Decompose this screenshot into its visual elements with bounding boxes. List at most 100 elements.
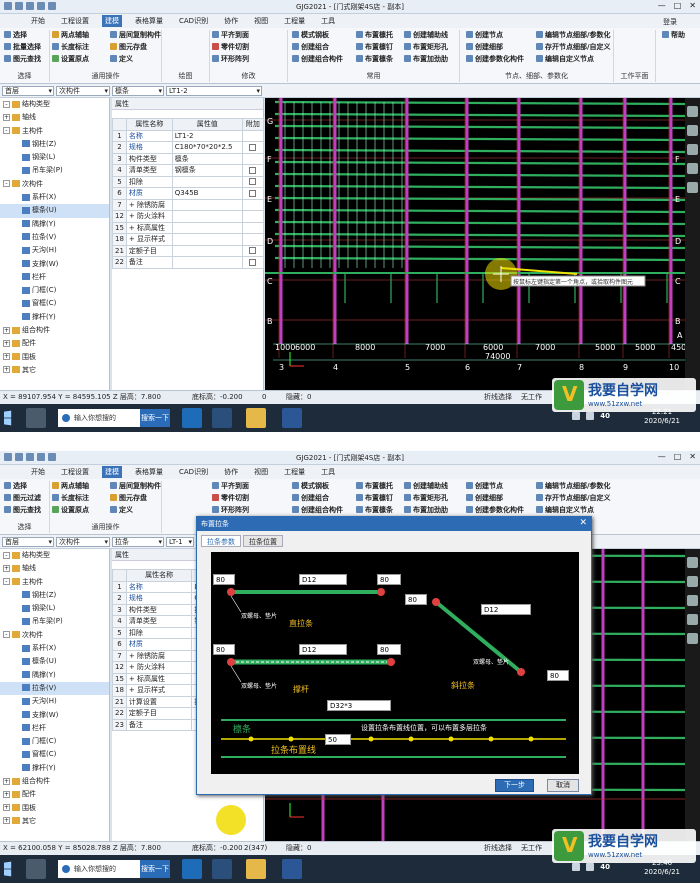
expand-toggle-icon[interactable]: - (3, 180, 10, 188)
expand-toggle-icon[interactable]: + (3, 113, 10, 121)
tree-group[interactable]: - 结构类型 (0, 98, 109, 111)
task-view-icon[interactable] (26, 408, 46, 428)
tree-group[interactable]: + 轴线 (0, 111, 109, 124)
ribbon-part-cut[interactable]: 零件切割 (212, 493, 249, 502)
tree-group[interactable]: + 其它 (0, 815, 109, 828)
ribbon-aux-line[interactable]: 创建辅助线 (404, 481, 448, 490)
tree-group[interactable]: - 次构件 (0, 178, 109, 191)
menu-project-settings[interactable]: 工程设置 (58, 15, 92, 27)
ribbon-edit-node[interactable]: 编辑节点细部/参数化 (536, 481, 611, 490)
tree-item[interactable]: 栏杆 (0, 271, 109, 284)
property-checkbox[interactable] (249, 143, 257, 151)
property-extra[interactable] (241, 187, 265, 200)
tree-item[interactable]: 拉条(V) (0, 231, 109, 244)
category-select[interactable]: 次构件 (56, 86, 110, 96)
property-value[interactable] (171, 175, 243, 188)
task-view-icon[interactable] (26, 859, 46, 879)
window-controls[interactable]: — □ ✕ (658, 1, 696, 10)
expand-toggle-icon[interactable]: + (3, 339, 10, 347)
top-view-icon[interactable] (687, 125, 698, 136)
tree-group[interactable]: + 组合构件 (0, 775, 109, 788)
property-checkbox[interactable] (249, 178, 257, 186)
tree-item[interactable]: 吊车梁(P) (0, 164, 109, 177)
property-checkbox[interactable] (249, 189, 257, 197)
expand-toggle-icon[interactable]: + (3, 326, 10, 334)
menu-project-settings[interactable]: 工程设置 (58, 466, 92, 478)
property-row[interactable]: 7 + 除锈防腐 (112, 198, 265, 211)
diag-tie-bottom-offset[interactable]: 80 (547, 670, 569, 681)
straight-tie-spec[interactable]: D12 (299, 574, 347, 585)
property-extra[interactable] (241, 256, 265, 269)
folder-icon[interactable] (246, 859, 266, 879)
tree-item[interactable]: 天沟(H) (0, 244, 109, 257)
menu-view[interactable]: 视图 (251, 466, 271, 478)
straight-tie-right-offset[interactable]: 80 (377, 574, 401, 585)
minimize-button[interactable]: — (658, 1, 666, 10)
drawing-canvas[interactable]: G F E D C B F E D C B 1000 6000 8000 7000 6000 7000 5000 5… (265, 98, 691, 390)
ribbon-help[interactable]: 帮助 (662, 30, 685, 39)
brace-spec[interactable]: D12 (299, 644, 347, 655)
property-value[interactable]: LT1-2 (171, 129, 243, 142)
category-select[interactable]: 次构件 (56, 537, 110, 547)
property-value[interactable]: 钢檩条 (171, 164, 243, 177)
ribbon-create-combo[interactable]: 创建组合 (292, 493, 343, 502)
menu-collaboration[interactable]: 协作 (221, 15, 241, 27)
tab-tie-params[interactable]: 拉条参数 (201, 535, 241, 547)
member-select[interactable]: LT-1 (166, 537, 194, 547)
expand-toggle-icon[interactable]: - (3, 100, 10, 108)
property-value[interactable]: C180*70*20*2.5 (171, 141, 243, 154)
member-select[interactable]: LT1-2 (166, 86, 262, 96)
tree-group[interactable]: - 结构类型 (0, 549, 109, 562)
tree-group[interactable]: + 配件 (0, 337, 109, 350)
expand-toggle-icon[interactable]: + (3, 777, 10, 785)
ribbon-create-param[interactable]: 创建参数化构件 (466, 505, 524, 514)
expand-toggle-icon[interactable]: + (3, 817, 10, 825)
property-row[interactable]: 3 构件类型 檩条 (112, 152, 265, 165)
iso-view-icon[interactable] (687, 595, 698, 606)
ribbon-purlin[interactable]: 布置檩条 (356, 505, 393, 514)
tree-item[interactable]: 隅撑(Y) (0, 669, 109, 682)
rotate-view-icon[interactable] (687, 557, 698, 568)
windows-start-icon[interactable] (4, 861, 12, 877)
property-extra[interactable] (241, 210, 265, 223)
layout-line-distance[interactable]: 50 (325, 734, 351, 745)
property-value[interactable]: 檩条 (171, 152, 243, 165)
property-row[interactable]: 12 + 防火涂料 (112, 210, 265, 223)
ribbon-create-detail[interactable]: 创建细部 (466, 493, 524, 502)
floor-select[interactable]: 首层 (2, 86, 54, 96)
tree-item[interactable]: 支撑(W) (0, 709, 109, 722)
window-controls[interactable]: — □ ✕ (658, 452, 696, 461)
expand-toggle-icon[interactable]: + (3, 564, 10, 572)
tree-item[interactable]: 钢梁(L) (0, 151, 109, 164)
rotate-view-icon[interactable] (687, 106, 698, 117)
menu-tools[interactable]: 工具 (318, 15, 338, 27)
tree-item[interactable]: 系杆(X) (0, 642, 109, 655)
expand-toggle-icon[interactable]: + (3, 790, 10, 798)
folder-icon[interactable] (246, 408, 266, 428)
menu-start[interactable]: 开始 (28, 466, 48, 478)
property-value[interactable] (171, 198, 243, 211)
iso-view-icon[interactable] (687, 144, 698, 155)
menu-table-quantity[interactable]: 表格算量 (132, 15, 166, 27)
ribbon-create-node[interactable]: 创建节点 (466, 481, 524, 490)
tree-group[interactable]: + 围板 (0, 351, 109, 364)
word-icon[interactable] (282, 859, 302, 879)
tree-item[interactable]: 门框(C) (0, 735, 109, 748)
type-select[interactable]: 拉条 (112, 537, 164, 547)
expand-toggle-icon[interactable]: - (3, 551, 10, 559)
close-button[interactable]: ✕ (689, 452, 696, 461)
expand-toggle-icon[interactable]: - (3, 631, 10, 639)
tree-item[interactable]: 檩条(U) (0, 655, 109, 668)
tree-group[interactable]: - 次构件 (0, 629, 109, 642)
ribbon-purlin-support[interactable]: 布置檩托 (356, 481, 393, 490)
tree-item[interactable]: 钢梁(L) (0, 602, 109, 615)
property-extra[interactable] (241, 198, 265, 211)
diag-tie-spec[interactable]: D12 (481, 604, 531, 615)
ribbon-edit-custom-node[interactable]: 编辑自定义节点 (536, 505, 611, 514)
tree-item[interactable]: 栏杆 (0, 722, 109, 735)
property-extra[interactable] (241, 164, 265, 177)
polyline-select-mode[interactable]: 折线选择 (484, 391, 512, 404)
top-view-icon[interactable] (687, 576, 698, 587)
dialog-close-icon[interactable]: ✕ (579, 518, 587, 528)
property-row[interactable]: 4 清单类型 钢檩条 (112, 164, 265, 177)
